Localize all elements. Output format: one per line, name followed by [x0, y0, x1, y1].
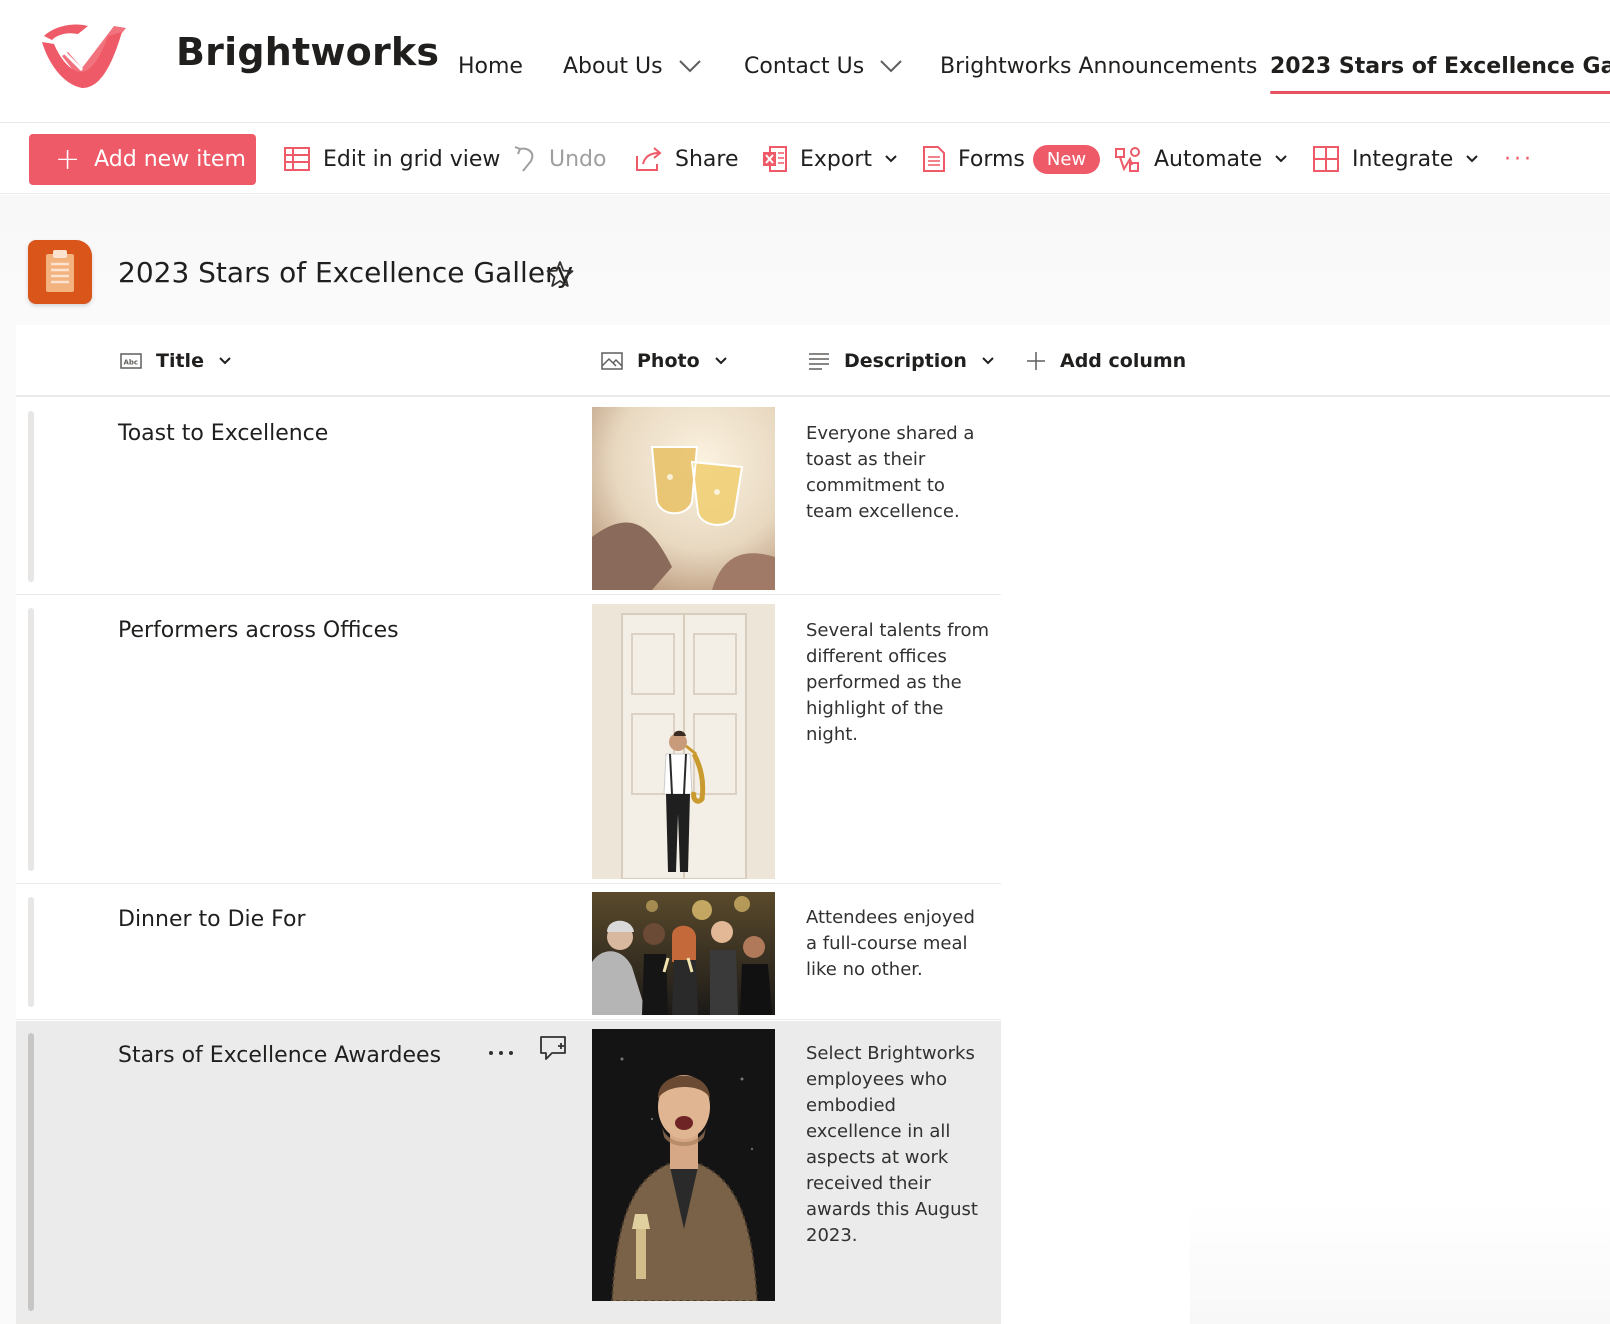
list-row[interactable]: Dinner to Die For Attendees enjoyed a fu… — [16, 885, 1001, 1020]
add-new-item-label: Add new item — [94, 147, 246, 172]
forms-button[interactable]: Forms New — [922, 133, 1101, 185]
nav-contact-us[interactable]: Contact Us — [744, 44, 902, 88]
nav-about-us-label: About Us — [563, 53, 663, 79]
chevron-down-icon — [219, 357, 231, 365]
integrate-button[interactable]: Integrate — [1312, 133, 1479, 185]
chevron-down-icon — [1275, 155, 1287, 163]
image-icon — [601, 352, 623, 370]
nav-home-label: Home — [458, 53, 523, 79]
column-header-description-label: Description — [844, 350, 967, 372]
export-button[interactable]: Export — [762, 133, 898, 185]
column-header-row: Abc Title Photo Description Add column — [16, 325, 1610, 397]
row-description: Several talents from different offices p… — [806, 620, 989, 745]
share-button[interactable]: Share — [635, 133, 739, 185]
new-badge: New — [1032, 144, 1101, 174]
svg-text:Abc: Abc — [124, 359, 139, 367]
list-row[interactable]: Performers across Offices Several talent… — [16, 596, 1001, 884]
row-title[interactable]: Toast to Excellence — [118, 421, 328, 446]
integrate-icon — [1313, 146, 1339, 172]
nav-home[interactable]: Home — [458, 44, 523, 88]
site-header: Brightworks Home About Us Contact Us Bri… — [0, 0, 1610, 122]
share-icon — [636, 147, 662, 171]
nav-stars-gallery-label: 2023 Stars of Excellence Gallery — [1270, 53, 1610, 79]
scroll-fade-overlay — [1190, 1204, 1610, 1324]
undo-label: Undo — [549, 146, 607, 172]
nav-stars-gallery[interactable]: 2023 Stars of Excellence Gallery — [1270, 44, 1610, 94]
undo-button[interactable]: Undo — [513, 133, 606, 185]
list-row[interactable]: Stars of Excellence Awardees Select Brig… — [16, 1021, 1001, 1324]
row-description: Select Brightworks employees who embodie… — [806, 1043, 978, 1246]
row-description: Attendees enjoyed a full-course meal lik… — [806, 907, 975, 980]
forms-label: Forms — [958, 146, 1025, 172]
chevron-down-icon — [678, 60, 701, 73]
add-column-label: Add column — [1060, 350, 1187, 372]
add-comment-icon[interactable] — [538, 1033, 568, 1063]
chevron-down-icon — [1466, 155, 1478, 163]
row-title[interactable]: Performers across Offices — [118, 618, 399, 643]
grid-view-icon — [284, 147, 310, 171]
automate-flow-icon — [1115, 147, 1140, 172]
chevron-down-icon — [714, 357, 727, 365]
column-header-title-label: Title — [156, 350, 204, 372]
automate-label: Automate — [1154, 146, 1263, 172]
nav-about-us[interactable]: About Us — [563, 44, 701, 88]
row-title[interactable]: Dinner to Die For — [118, 907, 306, 932]
add-column-button[interactable]: Add column — [1026, 347, 1186, 375]
list-title: 2023 Stars of Excellence Gallery — [118, 256, 574, 289]
integrate-label: Integrate — [1352, 146, 1454, 172]
row-description: Everyone shared a toast as their commitm… — [806, 423, 975, 522]
more-options-icon[interactable] — [486, 1041, 516, 1065]
plus-icon — [1027, 352, 1045, 370]
nav-announcements[interactable]: Brightworks Announcements — [940, 44, 1257, 88]
nav-contact-us-label: Contact Us — [744, 53, 865, 79]
row-select-handle[interactable] — [28, 608, 34, 871]
brightworks-logo-icon[interactable] — [38, 22, 128, 92]
list-icon-tile — [28, 240, 92, 304]
chevron-down-icon — [880, 60, 902, 73]
column-header-description[interactable]: Description — [808, 347, 995, 375]
chevron-down-icon — [885, 155, 897, 163]
column-header-photo-label: Photo — [637, 350, 700, 372]
more-commands-button[interactable]: ··· — [1504, 133, 1534, 185]
add-new-item-button[interactable]: + Add new item — [29, 134, 256, 185]
champagne-toast-photo[interactable] — [592, 407, 775, 590]
automate-button[interactable]: Automate — [1114, 133, 1288, 185]
row-select-handle[interactable] — [28, 897, 34, 1007]
column-header-title[interactable]: Abc Title — [120, 347, 232, 375]
row-select-handle[interactable] — [28, 411, 34, 582]
row-title[interactable]: Stars of Excellence Awardees — [118, 1043, 441, 1068]
command-bar: + Add new item Edit in grid view Undo Sh… — [0, 122, 1610, 194]
plus-icon: + — [55, 141, 81, 177]
text-field-icon: Abc — [120, 353, 142, 369]
clipboard-list-icon — [46, 250, 74, 292]
favorite-star-icon[interactable] — [546, 260, 574, 288]
group-celebration-photo[interactable] — [592, 892, 775, 1015]
form-document-icon — [923, 146, 945, 172]
export-label: Export — [800, 146, 873, 172]
column-header-photo[interactable]: Photo — [601, 347, 728, 375]
awardee-portrait-photo[interactable] — [592, 1029, 775, 1301]
saxophone-performer-photo[interactable] — [592, 604, 775, 879]
site-title[interactable]: Brightworks — [176, 30, 439, 74]
list-row[interactable]: Toast to Excellence Everyone shared a to… — [16, 399, 1001, 595]
list-view: Abc Title Photo Description Add column T… — [16, 325, 1610, 1324]
edit-grid-view-label: Edit in grid view — [323, 146, 501, 172]
chevron-down-icon — [982, 357, 994, 365]
edit-grid-view-button[interactable]: Edit in grid view — [283, 133, 500, 185]
excel-icon — [763, 146, 787, 172]
share-label: Share — [675, 146, 739, 172]
nav-announcements-label: Brightworks Announcements — [940, 53, 1258, 79]
undo-icon — [514, 146, 534, 172]
row-select-handle[interactable] — [28, 1033, 34, 1311]
multiline-text-icon — [809, 353, 829, 370]
